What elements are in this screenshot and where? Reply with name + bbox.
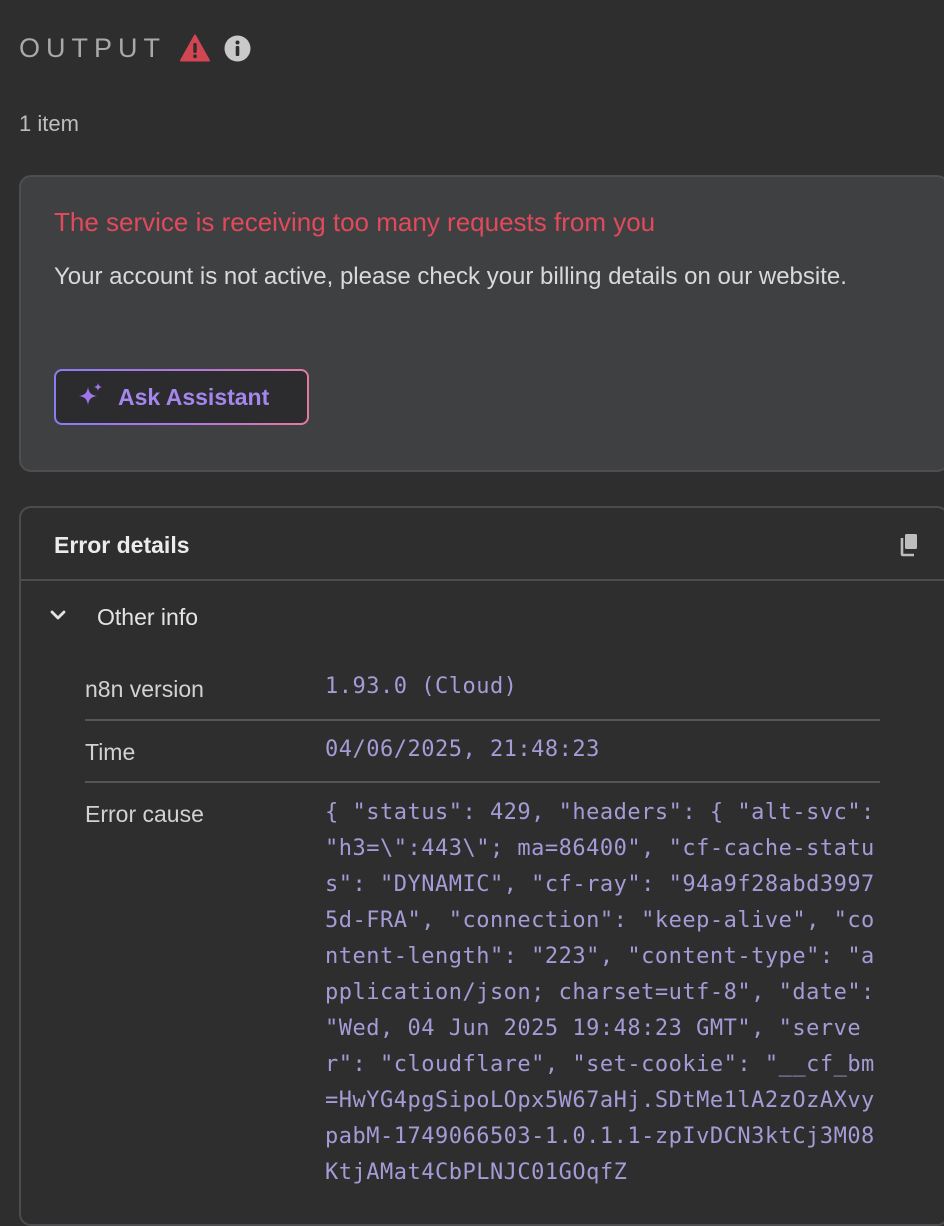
other-info-label: Other info <box>97 604 198 630</box>
error-details-header: Error details <box>21 508 944 581</box>
info-icon[interactable] <box>224 35 251 62</box>
sparkle-icon <box>78 382 104 413</box>
ask-assistant-button[interactable]: Ask Assistant <box>54 369 309 425</box>
info-row-time: Time 04/06/2025, 21:48:23 <box>85 721 880 783</box>
chevron-down-icon <box>49 606 67 629</box>
ask-assistant-label: Ask Assistant <box>118 383 270 410</box>
info-row-value: { "status": 429, "headers": { "alt-svc":… <box>325 800 889 1185</box>
info-row-version: n8n version 1.93.0 (Cloud) <box>85 658 880 721</box>
other-info-table: n8n version 1.93.0 (Cloud) Time 04/06/20… <box>85 658 880 1191</box>
error-description: Your account is not active, please check… <box>54 263 847 290</box>
info-row-value: 04/06/2025, 21:48:23 <box>325 737 600 762</box>
info-row-error-cause: Error cause { "status": 429, "headers": … <box>85 783 880 1191</box>
other-info-toggle[interactable]: Other info <box>49 604 198 631</box>
error-title: The service is receiving too many reques… <box>54 207 656 237</box>
info-row-key: n8n version <box>85 676 204 702</box>
info-row-key: Time <box>85 739 136 765</box>
output-header: OUTPUT <box>19 28 251 68</box>
error-details-title: Error details <box>54 532 190 558</box>
panel-title: OUTPUT <box>19 32 166 63</box>
item-count: 1 item <box>19 111 79 136</box>
warning-icon <box>180 34 210 62</box>
error-details-card: Error details Other info n8n version 1.9… <box>19 506 944 1226</box>
info-row-value: 1.93.0 (Cloud) <box>325 674 518 699</box>
error-message-card: The service is receiving too many reques… <box>19 175 944 472</box>
copy-icon[interactable] <box>899 533 921 557</box>
info-row-key: Error cause <box>85 801 204 827</box>
